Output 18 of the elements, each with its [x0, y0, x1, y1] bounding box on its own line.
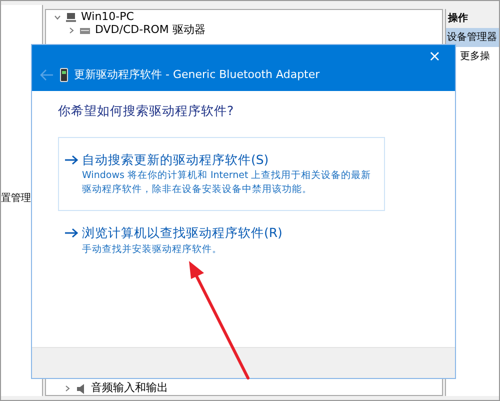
pane-label: 置管理: [1, 192, 31, 206]
arrow-icon: [65, 228, 78, 238]
option-title: 浏览计算机以查找驱动程序软件(R): [82, 224, 282, 242]
option-button[interactable]: 浏览计算机以查找驱动程序软件(R) 手动查找并安装驱动程序软件。: [58, 214, 385, 266]
question-text: 你希望如何搜索驱动程序软件?: [58, 102, 235, 120]
speaker-icon: [75, 382, 87, 394]
device-icon: [60, 68, 68, 82]
option-description: Windows 将在你的计算机和 Internet 上查找用于相关设备的最新驱动程序软件，除非在设备安装设备中禁用该功能。: [81, 169, 372, 197]
option-description: 手动查找并安装驱动程序软件。: [81, 242, 223, 256]
option-title: 自动搜索更新的驱动程序软件(S): [82, 150, 269, 169]
arrow-icon: [65, 154, 78, 165]
close-button[interactable]: ×: [424, 47, 445, 65]
actions-header: 操作: [446, 9, 499, 28]
option-button[interactable]: 自动搜索更新的驱动程序软件(S) Windows 将在你的计算机和 Internet 上查找用于相关设备的最新驱动程序软件，除非在设备安装设备中禁用该功能。: [58, 136, 385, 211]
action-item[interactable]: 设备管理器: [446, 28, 499, 47]
computer-icon: [65, 12, 77, 24]
dialog-title: 更新驱动程序软件 - Generic Bluetooth Adapter: [74, 67, 320, 83]
tree-item[interactable]: 音频输入和输出: [91, 380, 168, 397]
